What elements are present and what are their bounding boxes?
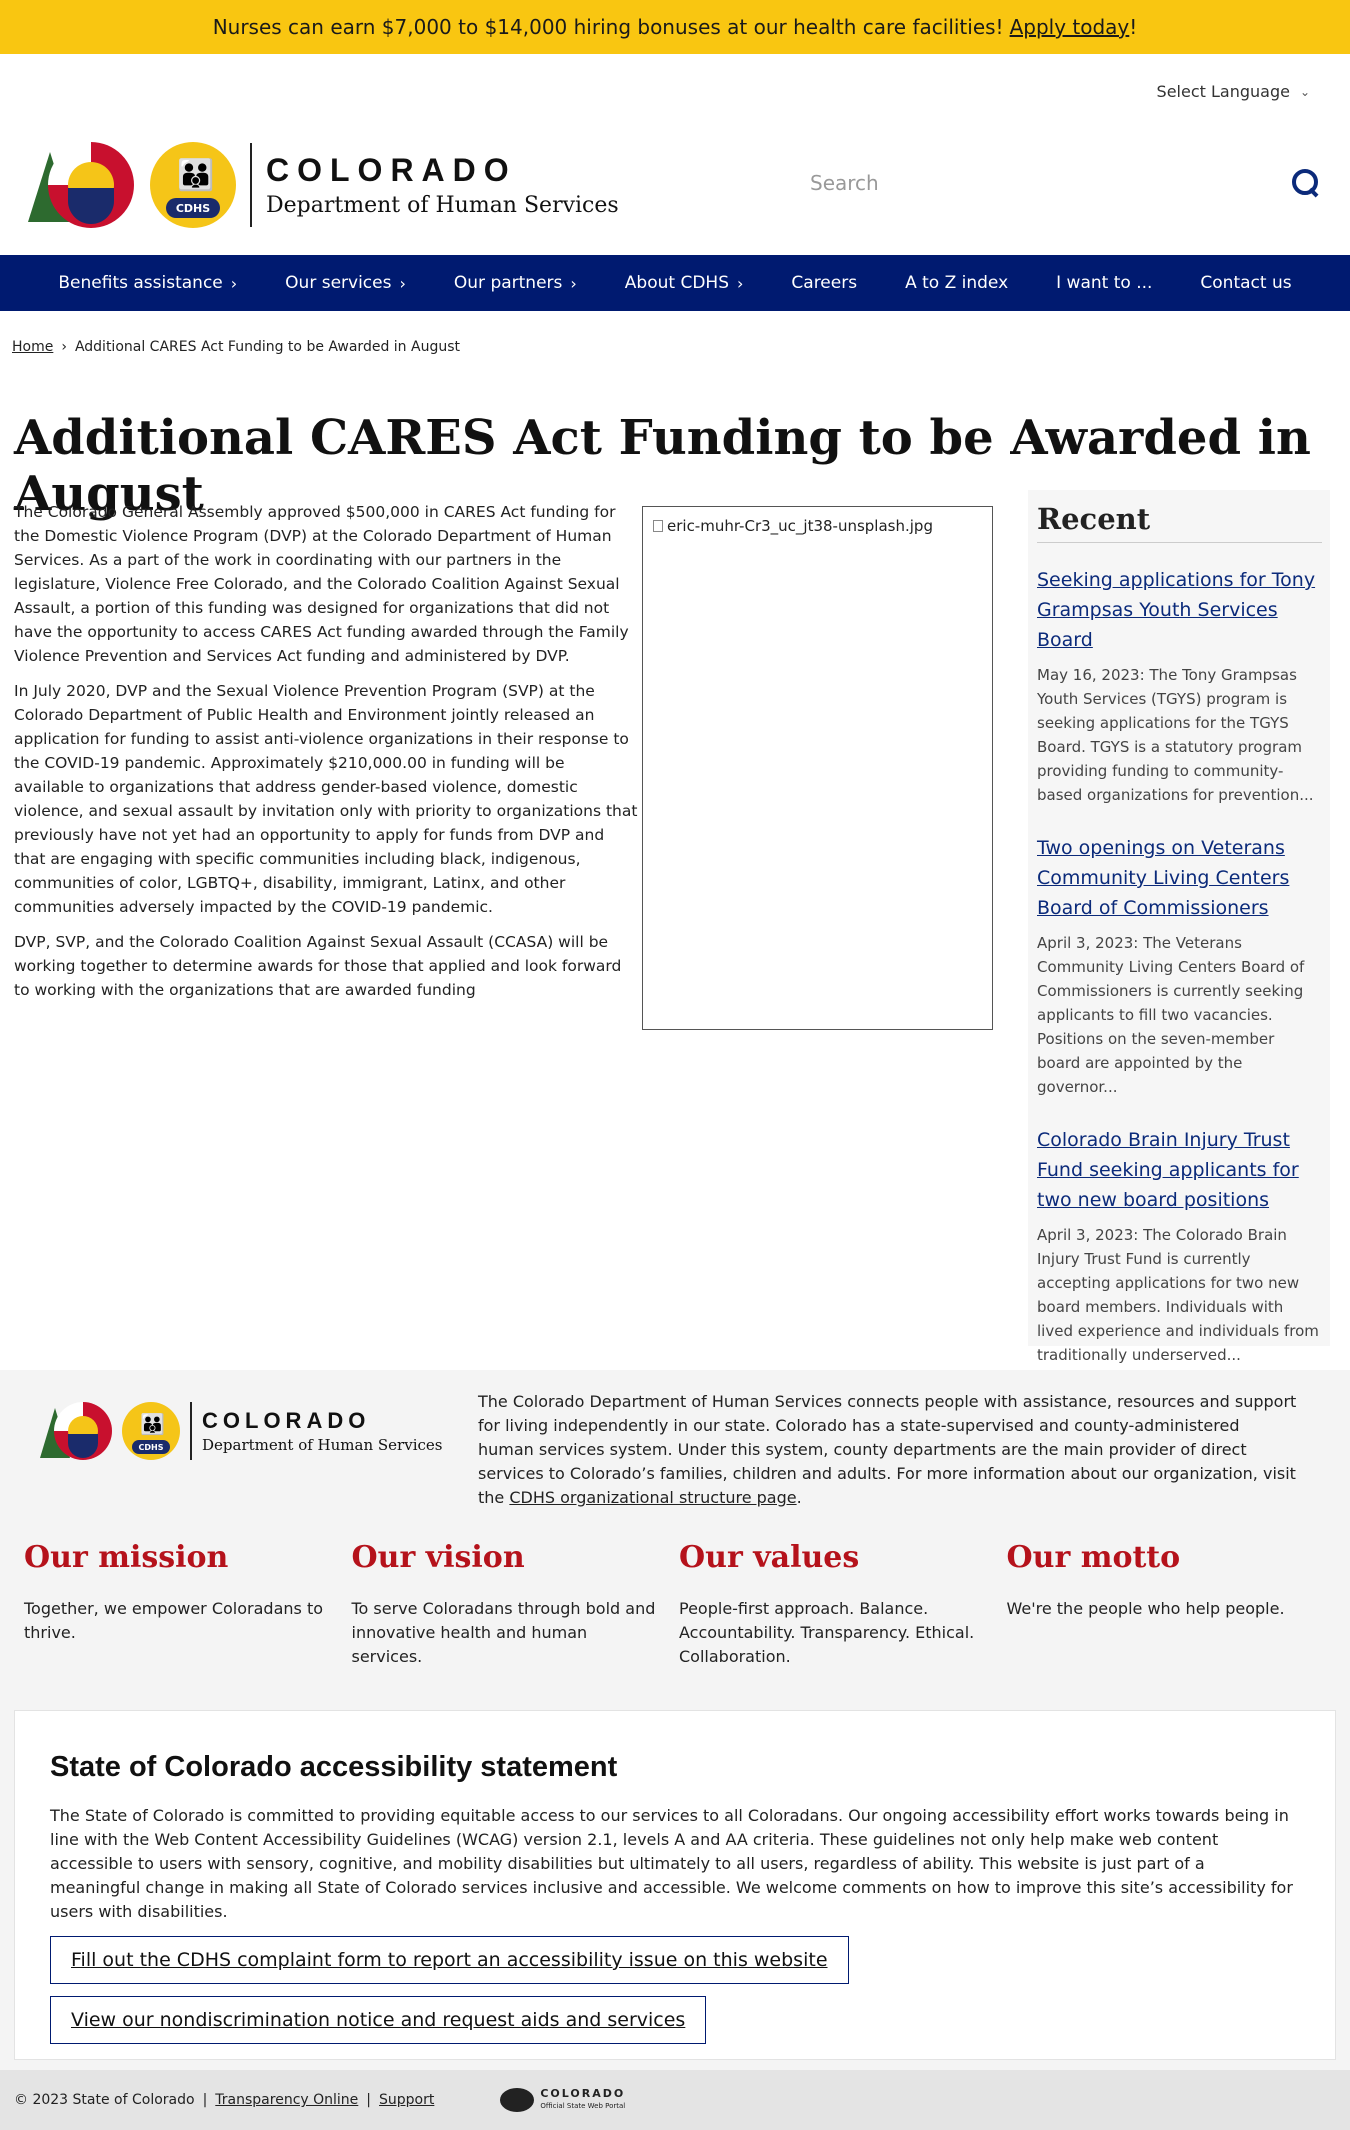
logo-state-name: COLORADO	[202, 1408, 371, 1433]
article-paragraph: DVP, SVP, and the Colorado Coalition Aga…	[14, 933, 622, 999]
recent-post-snippet: May 16, 2023: The Tony Grampsas Youth Se…	[1037, 666, 1314, 804]
broken-image-icon	[653, 520, 663, 532]
copyright: © 2023 State of Colorado	[14, 2092, 195, 2108]
recent-post: Seeking applications for Tony Grampsas Y…	[1037, 565, 1322, 807]
portal-subtitle: Official State Web Portal	[540, 2102, 626, 2110]
cdhs-badge-label: CDHS	[166, 198, 220, 218]
state-portal-logo[interactable]: COLORADO Official State Web Portal	[500, 2088, 625, 2112]
pillar-text: People-first approach. Balance. Accounta…	[679, 1599, 975, 1666]
cdhs-badge-icon: 👪 CDHS	[150, 142, 236, 228]
nav-item-label: Our partners	[453, 273, 563, 293]
footer-pillars: Our mission Together, we empower Colorad…	[24, 1540, 1334, 1669]
main-nav: Benefits assistance › Our services › Our p…	[0, 255, 1350, 311]
article-paragraph: In July 2020, DVP and the Sexual Violenc…	[14, 682, 638, 916]
nav-item-about-cdhs[interactable]: About CDHS ›	[601, 255, 768, 311]
nav-item-our-services[interactable]: Our services ›	[261, 255, 430, 311]
footer-bottom-bar: © 2023 State of Colorado | Transparency …	[0, 2070, 1350, 2130]
pillar-values: Our values People-first approach. Balanc…	[679, 1540, 1007, 1669]
nav-item-label: Careers	[791, 273, 858, 293]
alert-suffix: !	[1129, 15, 1138, 39]
footer-separator: |	[366, 2092, 372, 2108]
recent-posts-sidebar: Recent Seeking applications for Tony Gra…	[1028, 490, 1330, 1364]
article-paragraph: The Colorado General Assembly approved $…	[14, 503, 629, 665]
chevron-down-icon: ⌄	[1299, 84, 1310, 99]
nav-item-benefits-assistance[interactable]: Benefits assistance ›	[34, 255, 261, 311]
alert-text: Nurses can earn $7,000 to $14,000 hiring…	[212, 15, 1004, 39]
chevron-right-icon: ›	[570, 273, 577, 293]
breadcrumb-separator: ›	[61, 339, 67, 355]
alert-banner: Nurses can earn $7,000 to $14,000 hiring…	[0, 0, 1350, 54]
logo-divider	[250, 143, 252, 227]
logo-department-name: Department of Human Services	[202, 1436, 443, 1454]
recent-post-link[interactable]: Seeking applications for Tony Grampsas Y…	[1037, 565, 1322, 655]
breadcrumb-current: Additional CARES Act Funding to be Award…	[74, 339, 460, 355]
breadcrumb: Home › Additional CARES Act Funding to b…	[12, 339, 460, 355]
pillar-text: Together, we empower Coloradans to thriv…	[24, 1599, 323, 1642]
cdhs-badge-label: CDHS	[132, 1440, 170, 1454]
pillar-motto: Our motto We're the people who help peop…	[1007, 1540, 1335, 1669]
nav-item-label: I want to ...	[1056, 273, 1153, 293]
language-label: Select Language	[1156, 82, 1290, 101]
complaint-form-button[interactable]: Fill out the CDHS complaint form to repo…	[50, 1936, 849, 1984]
chevron-right-icon: ›	[230, 273, 238, 293]
logo-divider	[190, 1402, 192, 1460]
nav-item-label: Benefits assistance	[58, 273, 223, 293]
search-input[interactable]	[810, 171, 1210, 195]
apply-today-link[interactable]: Apply today	[1010, 15, 1130, 39]
pillar-title: Our motto	[1006, 1540, 1181, 1575]
nav-item-a-to-z-index[interactable]: A to Z index	[881, 255, 1032, 311]
accessibility-statement: State of Colorado accessibility statemen…	[14, 1710, 1336, 2060]
pillar-text: To serve Coloradans through bold and inn…	[351, 1599, 656, 1666]
accessibility-heading: State of Colorado accessibility statemen…	[50, 1751, 618, 1783]
footer-logo[interactable]: 👪 CDHS COLORADO Department of Human Serv…	[40, 1400, 442, 1462]
article-body: The Colorado General Assembly approved $…	[14, 500, 638, 1013]
pillar-text: We're the people who help people.	[1006, 1599, 1285, 1618]
footer-about-end: .	[796, 1488, 802, 1507]
portal-name: COLORADO	[540, 2087, 626, 2100]
colorado-c-logo-icon	[28, 140, 140, 230]
pillar-vision: Our vision To serve Coloradans through b…	[352, 1540, 680, 1669]
recent-post: Colorado Brain Injury Trust Fund seeking…	[1037, 1125, 1322, 1367]
org-structure-link[interactable]: CDHS organizational structure page	[509, 1488, 796, 1507]
nav-item-label: Our services	[285, 273, 392, 293]
recent-post: Two openings on Veterans Community Livin…	[1037, 833, 1322, 1099]
nav-item-contact-us[interactable]: Contact us	[1176, 255, 1315, 311]
nav-item-label: A to Z index	[905, 273, 1009, 293]
accessibility-text: The State of Colorado is committed to pr…	[50, 1806, 1293, 1921]
cdhs-badge-icon: 👪 CDHS	[122, 1402, 180, 1460]
recent-post-link[interactable]: Two openings on Veterans Community Livin…	[1037, 833, 1322, 923]
pillar-mission: Our mission Together, we empower Colorad…	[24, 1540, 352, 1669]
nav-item-label: About CDHS	[624, 273, 729, 293]
site-logo[interactable]: 👪 CDHS COLORADO Department of Human Serv…	[28, 140, 648, 230]
recent-post-snippet: April 3, 2023: The Colorado Brain Injury…	[1037, 1226, 1319, 1364]
nav-item-i-want-to[interactable]: I want to ...	[1032, 255, 1176, 311]
logo-department-name: Department of Human Services	[266, 193, 619, 218]
colorado-portal-icon	[500, 2088, 535, 2112]
footer-separator: |	[202, 2092, 208, 2108]
search-icon[interactable]	[1292, 169, 1320, 197]
nondiscrimination-button[interactable]: View our nondiscrimination notice and re…	[50, 1996, 707, 2044]
breadcrumb-home-link[interactable]: Home	[12, 339, 53, 355]
colorado-c-logo-icon	[40, 1400, 116, 1462]
pillar-title: Our vision	[351, 1540, 525, 1575]
search-bar	[810, 165, 1320, 201]
language-selector[interactable]: Select Language ⌄	[1157, 82, 1310, 101]
nav-item-label: Contact us	[1200, 273, 1292, 293]
logo-state-name: COLORADO	[266, 152, 517, 188]
nav-item-our-partners[interactable]: Our partners ›	[430, 255, 601, 311]
pillar-title: Our values	[679, 1540, 860, 1575]
recent-heading: Recent	[1037, 502, 1322, 543]
recent-post-link[interactable]: Colorado Brain Injury Trust Fund seeking…	[1037, 1125, 1322, 1215]
nav-item-careers[interactable]: Careers	[767, 255, 881, 311]
recent-post-snippet: April 3, 2023: The Veterans Community Li…	[1037, 934, 1305, 1096]
pillar-title: Our mission	[24, 1540, 229, 1575]
chevron-right-icon: ›	[399, 273, 406, 293]
support-link[interactable]: Support	[379, 2092, 434, 2108]
footer-about: The Colorado Department of Human Service…	[478, 1390, 1298, 1510]
article-image: eric-muhr-Cr3_uc_jt38-unsplash.jpg	[642, 506, 993, 1030]
article-image-alt: eric-muhr-Cr3_uc_jt38-unsplash.jpg	[667, 517, 933, 535]
chevron-right-icon: ›	[737, 273, 744, 293]
transparency-online-link[interactable]: Transparency Online	[215, 2092, 358, 2108]
